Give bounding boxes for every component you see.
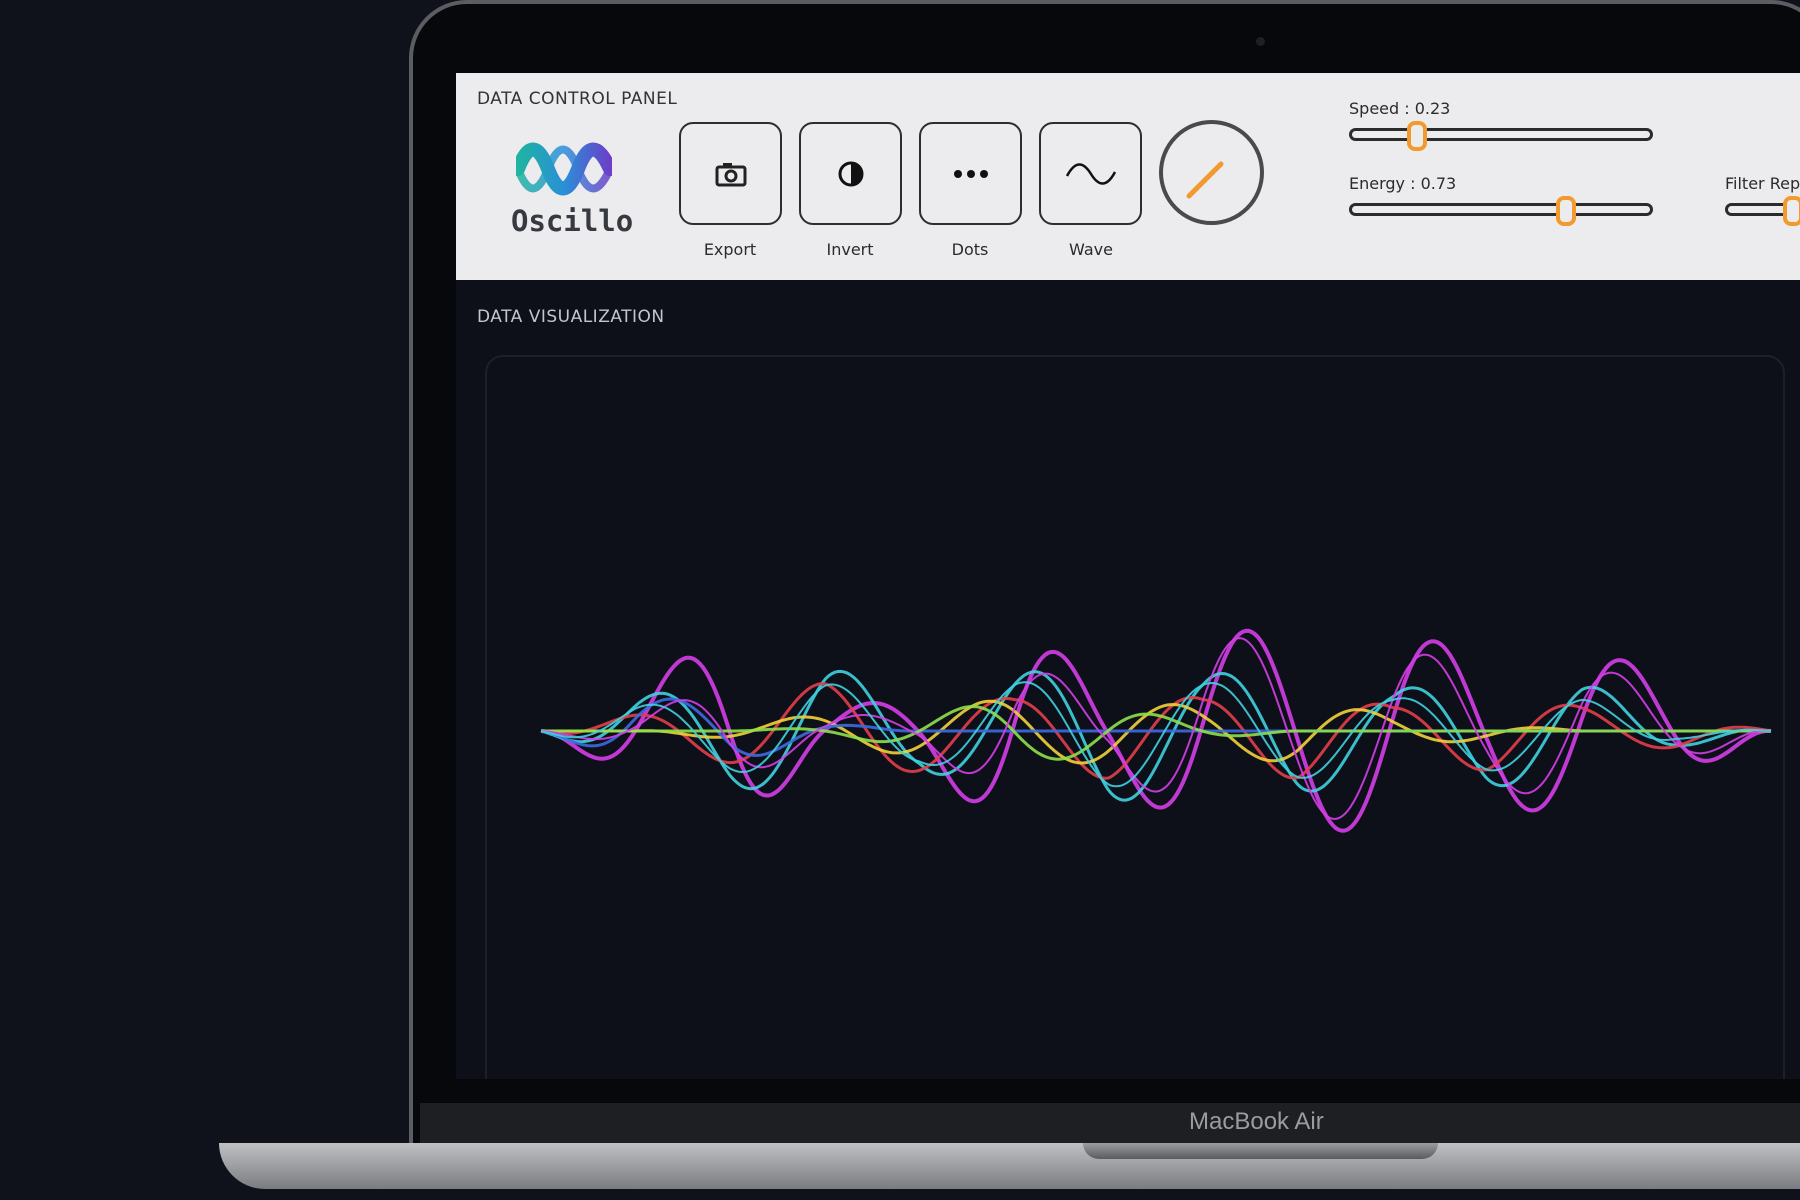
laptop-hinge	[420, 1103, 1800, 1143]
waveform-plot	[540, 628, 1772, 833]
webcam	[1256, 37, 1265, 46]
device-brand: MacBook Air	[1189, 1108, 1324, 1135]
waveform-line	[540, 637, 1772, 820]
app-screen: DATA CONTROL PANEL Oscillo Export Invert…	[456, 73, 1800, 1079]
laptop-notch	[1083, 1143, 1438, 1159]
laptop-base	[219, 1143, 1800, 1189]
